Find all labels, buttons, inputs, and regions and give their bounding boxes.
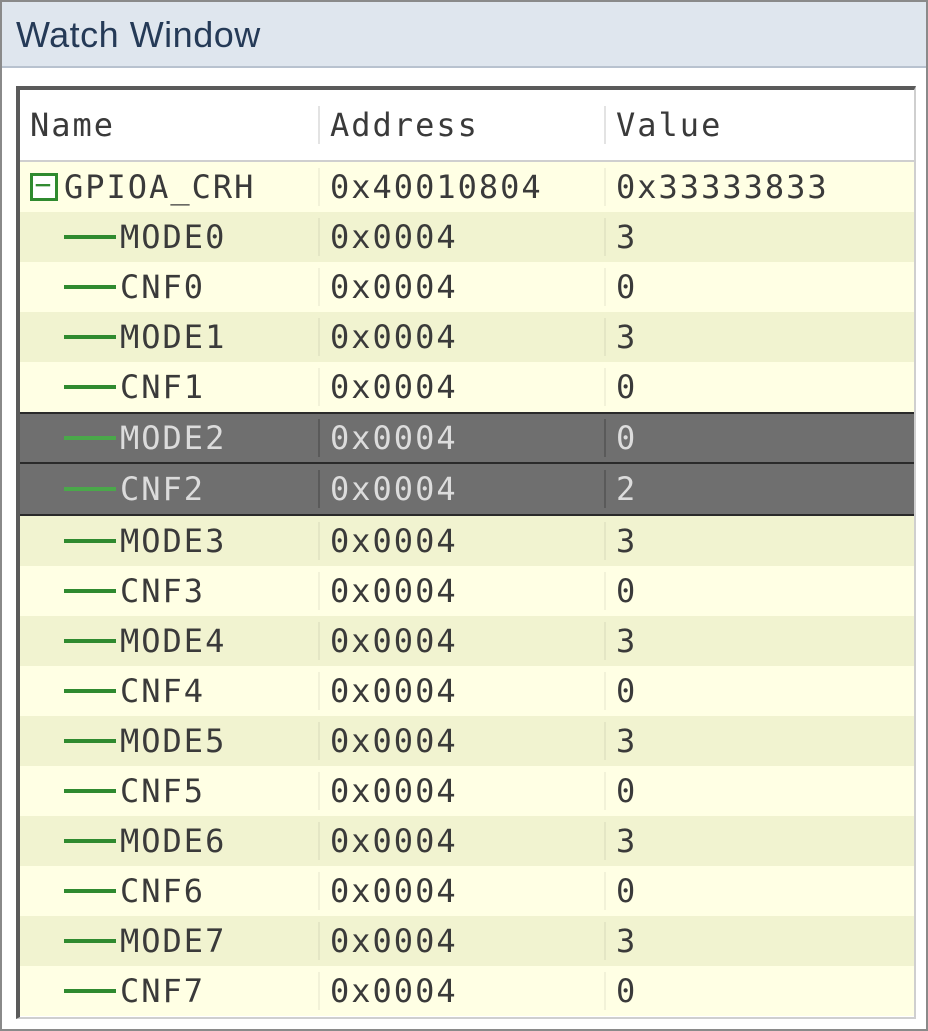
child-name-cell: CNF5 xyxy=(20,772,320,810)
child-address: 0x0004 xyxy=(320,772,606,810)
child-address: 0x0004 xyxy=(320,622,606,660)
child-name-cell: MODE4 xyxy=(20,622,320,660)
child-value: 3 xyxy=(606,822,914,860)
tree-child-row[interactable]: CNF5 0x00040 xyxy=(20,766,914,816)
child-address: 0x0004 xyxy=(320,268,606,306)
child-name: CNF1 xyxy=(120,368,308,406)
child-value: 0 xyxy=(606,672,914,710)
watch-window: Watch Window Name Address Value − GPIOA_… xyxy=(0,0,928,1031)
tree-child-row[interactable]: CNF3 0x00040 xyxy=(20,566,914,616)
child-name-cell: CNF2 xyxy=(20,470,320,508)
child-name-cell: CNF7 xyxy=(20,972,320,1010)
child-name: MODE0 xyxy=(120,218,308,256)
tree-child-row[interactable]: MODE6 0x00043 xyxy=(20,816,914,866)
child-name: CNF7 xyxy=(120,972,308,1010)
child-name: CNF2 xyxy=(120,470,308,508)
child-address: 0x0004 xyxy=(320,522,606,560)
child-name: CNF3 xyxy=(120,572,308,610)
child-value: 0 xyxy=(606,872,914,910)
child-name: CNF0 xyxy=(120,268,308,306)
tree-child-row[interactable]: CNF7 0x00040 xyxy=(20,966,914,1016)
child-value: 2 xyxy=(606,470,914,508)
root-address: 0x40010804 xyxy=(320,168,606,206)
child-address: 0x0004 xyxy=(320,922,606,960)
child-value: 0 xyxy=(606,368,914,406)
child-name-cell: MODE2 xyxy=(20,419,320,457)
tree-child-row[interactable]: MODE1 0x00043 xyxy=(20,312,914,362)
tree-root-row[interactable]: − GPIOA_CRH 0x40010804 0x33333833 xyxy=(20,162,914,212)
child-name-cell: MODE6 xyxy=(20,822,320,860)
collapse-icon[interactable]: − xyxy=(30,173,58,201)
header-address[interactable]: Address xyxy=(320,106,606,144)
tree-child-row[interactable]: MODE5 0x00043 xyxy=(20,716,914,766)
child-value: 3 xyxy=(606,318,914,356)
child-value: 3 xyxy=(606,218,914,256)
child-name-cell: CNF4 xyxy=(20,672,320,710)
header-value[interactable]: Value xyxy=(606,106,914,144)
child-value: 0 xyxy=(606,419,914,457)
root-value: 0x33333833 xyxy=(606,168,914,206)
child-name: CNF4 xyxy=(120,672,308,710)
child-name-cell: MODE7 xyxy=(20,922,320,960)
tree-child-row[interactable]: MODE0 0x00043 xyxy=(20,212,914,262)
table-header: Name Address Value xyxy=(20,90,914,162)
child-name: MODE3 xyxy=(120,522,308,560)
child-name: CNF6 xyxy=(120,872,308,910)
child-name: MODE5 xyxy=(120,722,308,760)
child-name-cell: MODE3 xyxy=(20,522,320,560)
child-value: 0 xyxy=(606,772,914,810)
child-address: 0x0004 xyxy=(320,318,606,356)
tree-child-row[interactable]: CNF4 0x00040 xyxy=(20,666,914,716)
child-value: 0 xyxy=(606,268,914,306)
child-name-cell: MODE5 xyxy=(20,722,320,760)
tree-child-row[interactable]: CNF2 0x00042 xyxy=(20,464,914,516)
child-value: 3 xyxy=(606,622,914,660)
child-value: 3 xyxy=(606,922,914,960)
client-area: Name Address Value − GPIOA_CRH 0x4001080… xyxy=(2,68,926,1029)
tree-child-row[interactable]: CNF6 0x00040 xyxy=(20,866,914,916)
child-name: MODE2 xyxy=(120,419,308,457)
child-address: 0x0004 xyxy=(320,672,606,710)
child-address: 0x0004 xyxy=(320,722,606,760)
table-body: − GPIOA_CRH 0x40010804 0x33333833 MODE0 0… xyxy=(20,162,914,1016)
root-name: GPIOA_CRH xyxy=(64,168,308,206)
tree-child-row[interactable]: MODE2 0x00040 xyxy=(20,412,914,464)
child-name-cell: MODE1 xyxy=(20,318,320,356)
child-name: MODE7 xyxy=(120,922,308,960)
child-address: 0x0004 xyxy=(320,872,606,910)
tree-child-row[interactable]: CNF0 0x00040 xyxy=(20,262,914,312)
child-name: MODE1 xyxy=(120,318,308,356)
child-name: MODE4 xyxy=(120,622,308,660)
child-name: MODE6 xyxy=(120,822,308,860)
header-name[interactable]: Name xyxy=(20,106,320,144)
child-address: 0x0004 xyxy=(320,419,606,457)
root-name-cell: − GPIOA_CRH xyxy=(20,168,320,206)
child-value: 3 xyxy=(606,722,914,760)
child-name-cell: MODE0 xyxy=(20,218,320,256)
child-value: 0 xyxy=(606,572,914,610)
window-title: Watch Window xyxy=(16,14,261,55)
child-name-cell: CNF0 xyxy=(20,268,320,306)
child-value: 0 xyxy=(606,972,914,1010)
child-name-cell: CNF3 xyxy=(20,572,320,610)
window-title-bar: Watch Window xyxy=(2,2,926,68)
child-value: 3 xyxy=(606,522,914,560)
child-address: 0x0004 xyxy=(320,368,606,406)
child-address: 0x0004 xyxy=(320,972,606,1010)
tree-child-row[interactable]: MODE4 0x00043 xyxy=(20,616,914,666)
child-address: 0x0004 xyxy=(320,822,606,860)
child-address: 0x0004 xyxy=(320,218,606,256)
child-name-cell: CNF1 xyxy=(20,368,320,406)
child-address: 0x0004 xyxy=(320,572,606,610)
watch-table: Name Address Value − GPIOA_CRH 0x4001080… xyxy=(16,86,916,1019)
child-name-cell: CNF6 xyxy=(20,872,320,910)
child-name: CNF5 xyxy=(120,772,308,810)
tree-child-row[interactable]: MODE3 0x00043 xyxy=(20,516,914,566)
child-address: 0x0004 xyxy=(320,470,606,508)
collapse-glyph: − xyxy=(35,171,54,199)
tree-child-row[interactable]: MODE7 0x00043 xyxy=(20,916,914,966)
tree-child-row[interactable]: CNF1 0x00040 xyxy=(20,362,914,412)
